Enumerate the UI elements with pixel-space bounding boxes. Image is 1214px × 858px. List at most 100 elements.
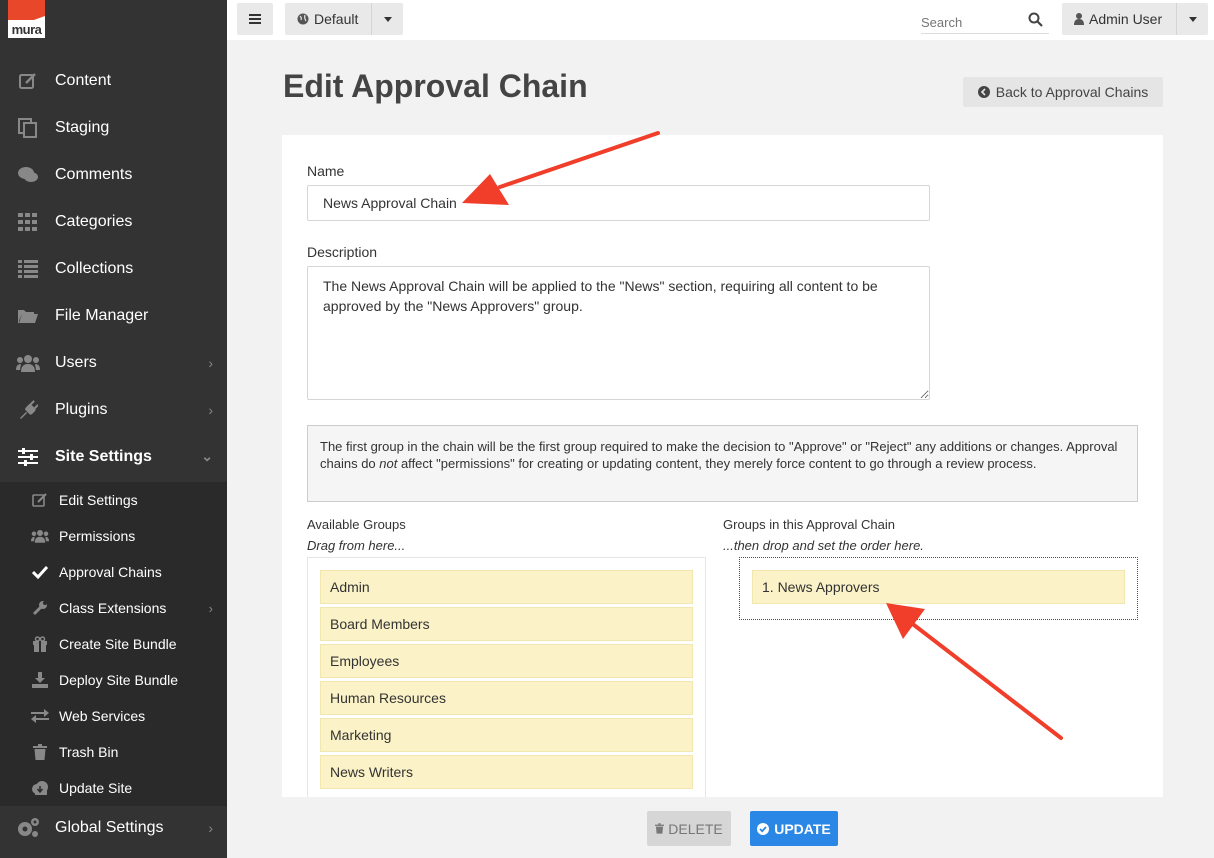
- arrow-circle-left-icon: [977, 86, 990, 98]
- submenu-item-label: Trash Bin: [59, 744, 119, 760]
- submenu-item-label: Web Services: [59, 708, 146, 724]
- search-box: [921, 8, 1049, 34]
- submenu-item-deploy-site-bundle[interactable]: Deploy Site Bundle: [0, 662, 227, 698]
- user-menu-button[interactable]: Admin User: [1062, 3, 1176, 35]
- description-label: Description: [307, 244, 378, 260]
- sidebar-item-categories[interactable]: Categories: [0, 198, 227, 245]
- submenu-item-label: Approval Chains: [59, 564, 162, 580]
- sidebar-item-users[interactable]: Users ›: [0, 339, 227, 386]
- sidebar-item-label: Users: [55, 353, 97, 371]
- site-settings-submenu: Edit Settings Permissions Approval Chain…: [0, 482, 227, 806]
- notice-emphasis: not: [379, 456, 398, 471]
- users-icon: [16, 352, 40, 374]
- submenu-item-label: Update Site: [59, 780, 133, 796]
- submenu-item-approval-chains[interactable]: Approval Chains: [0, 554, 227, 590]
- sidebar: mura Content Staging Comments Categories…: [0, 0, 227, 858]
- submenu-item-label: Edit Settings: [59, 492, 138, 508]
- chevron-right-icon: ›: [208, 354, 213, 371]
- users-icon: [31, 528, 49, 544]
- sidebar-item-label: Content: [55, 71, 112, 89]
- site-selector[interactable]: Default: [285, 3, 403, 35]
- top-bar: Default Admin User: [227, 0, 1214, 40]
- chain-group-item[interactable]: 1. News Approvers: [752, 570, 1125, 604]
- submenu-item-label: Class Extensions: [59, 600, 167, 616]
- site-selector-button[interactable]: Default: [285, 3, 371, 35]
- name-input[interactable]: [307, 185, 930, 221]
- user-dropdown-toggle[interactable]: [1176, 3, 1208, 35]
- sidebar-item-label: Site Settings: [55, 447, 152, 465]
- user-name: Admin User: [1089, 11, 1163, 27]
- delete-button[interactable]: DELETE: [647, 811, 731, 846]
- submenu-item-class-extensions[interactable]: Class Extensions ›: [0, 590, 227, 626]
- available-groups-label: Available Groups: [307, 517, 406, 532]
- approval-chain-notice: The first group in the chain will be the…: [307, 425, 1138, 502]
- available-group-item[interactable]: News Writers: [320, 755, 693, 789]
- available-group-item[interactable]: Admin: [320, 570, 693, 604]
- site-dropdown-toggle[interactable]: [371, 3, 403, 35]
- submenu-item-permissions[interactable]: Permissions: [0, 518, 227, 554]
- search-icon[interactable]: [1028, 12, 1043, 27]
- sidebar-item-plugins[interactable]: Plugins ›: [0, 386, 227, 433]
- sidebar-item-staging[interactable]: Staging: [0, 104, 227, 151]
- sidebar-item-site-settings[interactable]: Site Settings ⌄: [0, 433, 227, 480]
- mura-logo[interactable]: mura: [8, 0, 45, 38]
- description-textarea[interactable]: The News Approval Chain will be applied …: [307, 266, 930, 400]
- plug-icon: [16, 399, 40, 421]
- wrench-icon: [31, 600, 49, 616]
- cloud-download-icon: [31, 780, 49, 796]
- sidebar-item-label: Categories: [55, 212, 133, 230]
- available-group-item[interactable]: Employees: [320, 644, 693, 678]
- update-button[interactable]: UPDATE: [750, 811, 838, 846]
- submenu-item-label: Create Site Bundle: [59, 636, 177, 652]
- submenu-item-create-site-bundle[interactable]: Create Site Bundle: [0, 626, 227, 662]
- chain-groups-hint: ...then drop and set the order here.: [723, 538, 924, 553]
- check-icon: [31, 564, 49, 580]
- user-menu[interactable]: Admin User: [1062, 3, 1208, 35]
- submenu-item-label: Permissions: [59, 528, 136, 544]
- sidebar-item-content[interactable]: Content: [0, 57, 227, 104]
- page-title: Edit Approval Chain: [283, 68, 588, 104]
- copy-icon: [16, 117, 40, 139]
- sidebar-item-comments[interactable]: Comments: [0, 151, 227, 198]
- sidebar-item-label: Collections: [55, 259, 134, 277]
- submenu-item-update-site[interactable]: Update Site: [0, 770, 227, 806]
- back-button-label: Back to Approval Chains: [995, 84, 1149, 100]
- menu-toggle-button[interactable]: [237, 3, 273, 35]
- trash-icon: [31, 744, 49, 760]
- sidebar-item-file-manager[interactable]: File Manager: [0, 292, 227, 339]
- site-name: Default: [314, 11, 359, 27]
- list-icon: [16, 258, 40, 280]
- sidebar-item-label: Staging: [55, 118, 110, 136]
- chain-groups-label: Groups in this Approval Chain: [723, 517, 895, 532]
- caret-down-icon: [383, 16, 392, 22]
- submenu-item-edit-settings[interactable]: Edit Settings: [0, 482, 227, 518]
- sidebar-item-global-settings[interactable]: Global Settings ›: [0, 806, 227, 850]
- available-group-item[interactable]: Human Resources: [320, 681, 693, 715]
- update-button-label: UPDATE: [774, 820, 831, 837]
- sidebar-item-label: Comments: [55, 165, 133, 183]
- submenu-item-web-services[interactable]: Web Services: [0, 698, 227, 734]
- submenu-item-label: Deploy Site Bundle: [59, 672, 179, 688]
- user-icon: [1074, 13, 1084, 25]
- edit-icon: [16, 70, 40, 92]
- caret-down-icon: [1188, 16, 1197, 22]
- available-groups-hint: Drag from here...: [307, 538, 406, 553]
- check-circle-icon: [757, 822, 770, 835]
- chevron-right-icon: ›: [208, 401, 213, 418]
- chevron-right-icon: ›: [208, 600, 213, 616]
- submenu-item-trash-bin[interactable]: Trash Bin: [0, 734, 227, 770]
- available-group-item[interactable]: Marketing: [320, 718, 693, 752]
- hamburger-icon: [249, 14, 261, 24]
- notice-text-2: affect "permissions" for creating or upd…: [397, 456, 1037, 471]
- back-to-approval-chains-button[interactable]: Back to Approval Chains: [963, 77, 1163, 107]
- grid-icon: [16, 211, 40, 233]
- sidebar-item-collections[interactable]: Collections: [0, 245, 227, 292]
- cogs-icon: [16, 817, 40, 839]
- name-label: Name: [307, 163, 345, 179]
- sidebar-item-label: Global Settings: [55, 819, 164, 836]
- available-group-item[interactable]: Board Members: [320, 607, 693, 641]
- sidebar-item-label: Plugins: [55, 400, 108, 418]
- delete-button-label: DELETE: [668, 820, 723, 837]
- sliders-icon: [16, 446, 40, 468]
- search-input[interactable]: [921, 12, 1021, 32]
